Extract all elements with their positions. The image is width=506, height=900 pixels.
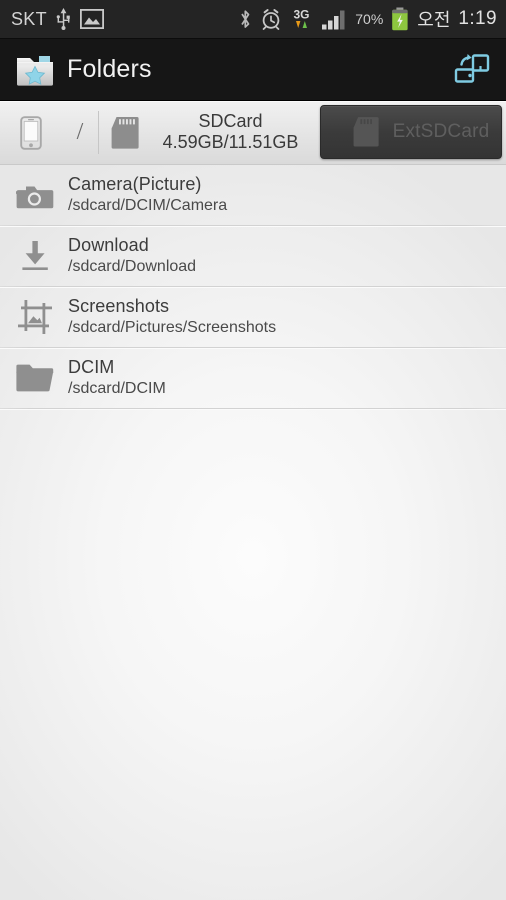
list-item[interactable]: DCIM /sdcard/DCIM xyxy=(0,348,506,408)
list-item-text: DCIM /sdcard/DCIM xyxy=(68,356,166,400)
alarm-icon xyxy=(260,8,282,30)
tab-extsdcard[interactable]: ExtSDCard xyxy=(320,105,502,159)
clock-time-label: 1:19 xyxy=(458,8,497,29)
page-title: Folders xyxy=(67,55,152,83)
extsdcard-label: ExtSDCard xyxy=(392,121,490,142)
list-item-path: /sdcard/Download xyxy=(68,258,197,276)
screenshot-icon xyxy=(11,299,59,335)
list-item-path: /sdcard/DCIM/Camera xyxy=(68,197,228,215)
battery-charging-icon xyxy=(391,7,409,31)
battery-percent-label: 70% xyxy=(355,11,384,27)
list-item[interactable]: Download /sdcard/Download xyxy=(0,226,506,286)
camera-icon xyxy=(11,179,59,211)
carrier-label: SKT xyxy=(11,8,47,29)
folder-star-icon xyxy=(15,52,55,88)
folder-icon xyxy=(11,363,59,393)
signal-bars-icon xyxy=(321,9,347,30)
tab-internal-phone[interactable] xyxy=(0,101,62,164)
status-bar: SKT 3G 70% 오전 1:19 xyxy=(0,0,506,39)
sdcard-tab-labels: SDCard 4.59GB/11.51GB xyxy=(149,111,318,153)
list-item-path: /sdcard/DCIM xyxy=(68,380,166,398)
list-item-name: Camera(Picture) xyxy=(68,173,202,194)
bluetooth-icon xyxy=(239,9,252,30)
usb-icon xyxy=(56,8,71,30)
path-separator: / xyxy=(76,119,84,145)
sdcard-usage-label: 4.59GB/11.51GB xyxy=(162,132,299,153)
list-divider xyxy=(0,408,506,409)
storage-switch-icon[interactable] xyxy=(452,52,492,88)
status-bar-right: 3G 70% 오전 1:19 xyxy=(239,6,497,32)
list-item-name: DCIM xyxy=(68,356,115,377)
list-item-text: Camera(Picture) /sdcard/DCIM/Camera xyxy=(68,173,227,217)
list-item-name: Screenshots xyxy=(68,295,170,316)
screenshot-captured-icon xyxy=(79,8,104,30)
action-bar: Folders xyxy=(0,39,506,101)
list-item[interactable]: Camera(Picture) /sdcard/DCIM/Camera xyxy=(0,165,506,225)
status-bar-left: SKT xyxy=(11,8,104,30)
list-item-text: Download /sdcard/Download xyxy=(68,234,196,278)
phone-icon xyxy=(20,115,42,150)
tab-sdcard[interactable]: SDCard 4.59GB/11.51GB xyxy=(99,101,318,164)
list-item-path: /sdcard/Pictures/Screenshots xyxy=(68,319,277,337)
list-item[interactable]: Screenshots /sdcard/Pictures/Screenshots xyxy=(0,287,506,347)
app-screen: SKT 3G 70% 오전 1:19 Folders / SDCard 4.59… xyxy=(0,0,506,900)
list-item-text: Screenshots /sdcard/Pictures/Screenshots xyxy=(68,295,276,339)
sdcard-icon xyxy=(111,116,139,149)
3g-data-icon: 3G xyxy=(290,7,313,31)
clock-ampm-label: 오전 xyxy=(417,10,451,30)
download-icon xyxy=(11,239,59,273)
sdcard-name-label: SDCard xyxy=(198,111,263,132)
sdcard-icon-ext xyxy=(353,117,379,147)
svg-text:3G: 3G xyxy=(294,8,310,22)
list-item-name: Download xyxy=(68,234,149,255)
storage-tab-bar: / SDCard 4.59GB/11.51GB ExtSDCard xyxy=(0,101,506,165)
folder-list: Camera(Picture) /sdcard/DCIM/Camera Down… xyxy=(0,165,506,409)
